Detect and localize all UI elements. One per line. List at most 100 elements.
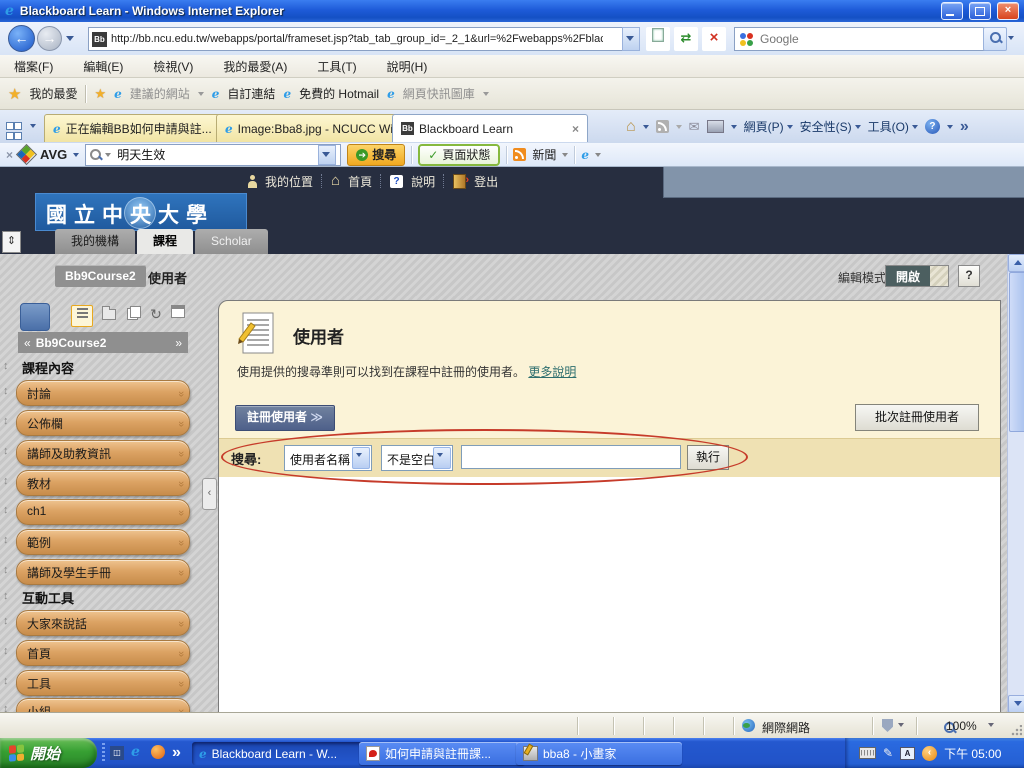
sidebar-item-lets-talk[interactable]: 大家來說話» xyxy=(16,610,190,636)
tab-scholar[interactable]: Scholar xyxy=(195,229,268,254)
close-button[interactable]: × xyxy=(997,2,1019,20)
avg-extra-icon[interactable]: e xyxy=(581,148,589,162)
avg-search-box[interactable] xyxy=(85,143,342,166)
folder-view-icon[interactable] xyxy=(99,305,119,325)
breadcrumb-course[interactable]: Bb9Course2 xyxy=(55,265,146,287)
task-paint[interactable]: bba8 - 小畫家 xyxy=(516,742,682,765)
overflow-chevron-icon[interactable]: » xyxy=(960,118,969,136)
quick-launch-ie-icon[interactable]: e xyxy=(131,745,140,759)
avg-close-icon[interactable]: × xyxy=(6,148,13,162)
compatibility-view-button[interactable] xyxy=(646,27,670,51)
task-pdf-document[interactable]: 如何申請與註冊課... xyxy=(359,742,525,765)
news-dropdown[interactable] xyxy=(562,152,569,157)
quick-launch-icon-1[interactable]: ◫ xyxy=(110,746,124,760)
drag-handle-icon[interactable]: ↕ xyxy=(3,504,9,516)
zoom-level[interactable]: 100% xyxy=(946,719,977,733)
edit-mode-help-button[interactable]: ? xyxy=(958,265,980,287)
print-icon[interactable] xyxy=(706,120,724,133)
home-icon[interactable]: ⌂ xyxy=(626,118,636,136)
search-go-button[interactable] xyxy=(983,27,1007,51)
drag-handle-icon[interactable]: ↕ xyxy=(3,360,9,372)
favorites-link-suggested[interactable]: 建議的網站 xyxy=(130,85,190,102)
start-button[interactable]: 開始 xyxy=(0,738,97,768)
enroll-user-button[interactable]: 註冊使用者 ≫ xyxy=(235,405,335,431)
sidebar-item-materials[interactable]: 教材» xyxy=(16,470,190,496)
menu-view[interactable]: 檢視(V) xyxy=(145,55,201,78)
recent-pages-dropdown[interactable] xyxy=(66,36,74,41)
sidebar-item-homepage[interactable]: 首頁» xyxy=(16,640,190,666)
avg-search-type-dropdown[interactable] xyxy=(105,152,112,157)
sidebar-item-discussion[interactable]: 討論» xyxy=(16,380,190,406)
read-mail-icon[interactable]: ✉ xyxy=(689,119,700,135)
menu-file[interactable]: 檔案(F) xyxy=(6,55,61,78)
avg-page-status-button[interactable]: ✓ 頁面狀態 xyxy=(418,143,501,166)
stop-button[interactable]: × xyxy=(702,27,726,51)
nav-my-places[interactable]: 我的位置 xyxy=(265,173,313,190)
minimize-button[interactable] xyxy=(941,2,963,20)
refresh-view-icon[interactable]: ↻ xyxy=(146,305,166,325)
drag-handle-icon[interactable]: ↕ xyxy=(3,615,9,627)
tab-wiki-image[interactable]: e Image:Bba8.jpg - NCUCC Wiki xyxy=(216,114,406,142)
resize-grip[interactable] xyxy=(1010,725,1022,737)
avg-extra-dropdown[interactable] xyxy=(594,152,601,157)
home-dropdown[interactable] xyxy=(642,124,649,129)
google-search-input[interactable] xyxy=(758,31,952,47)
menu-tools[interactable]: 工具(T) xyxy=(309,55,364,78)
drag-handle-icon[interactable]: ↕ xyxy=(3,385,9,397)
sidebar-item-groups[interactable]: 小組» xyxy=(16,698,190,712)
tab-editing-bb[interactable]: e 正在編輯BB如何申請與註... xyxy=(44,114,230,142)
add-menu-item-button[interactable] xyxy=(20,303,50,331)
drag-handle-icon[interactable]: ↕ xyxy=(3,445,9,457)
add-favorite-icon[interactable]: ★ xyxy=(94,86,106,102)
avg-search-button[interactable]: ➔ 搜尋 xyxy=(347,143,406,166)
sidebar-item-tools[interactable]: 工具» xyxy=(16,670,190,696)
quick-tabs-button[interactable] xyxy=(6,117,22,140)
menu-help[interactable]: 說明(H) xyxy=(379,55,436,78)
drag-handle-icon[interactable]: ↕ xyxy=(3,590,9,602)
avg-dropdown[interactable] xyxy=(73,152,80,157)
drag-handle-icon[interactable]: ↕ xyxy=(3,415,9,427)
quick-launch-grip[interactable] xyxy=(102,743,105,763)
sidebar-item-instructor-info[interactable]: 講師及助教資訊» xyxy=(16,440,190,466)
sidebar-item-examples[interactable]: 範例» xyxy=(16,529,190,555)
favorites-link-hotmail[interactable]: 免費的 Hotmail xyxy=(299,85,379,102)
page-scrollbar[interactable] xyxy=(1007,254,1024,713)
nav-home[interactable]: 首頁 xyxy=(348,173,372,190)
avg-search-input[interactable] xyxy=(115,146,290,163)
sidebar-item-announcements[interactable]: 公佈欄» xyxy=(16,410,190,436)
drag-handle-icon[interactable]: ↕ xyxy=(3,564,9,576)
more-help-link[interactable]: 更多說明 xyxy=(528,365,576,379)
scroll-down-button[interactable] xyxy=(1008,695,1024,713)
restore-button[interactable] xyxy=(969,2,991,20)
favorites-link-custom[interactable]: 自訂連結 xyxy=(227,85,275,102)
edit-mode-toggle[interactable]: 開啟 xyxy=(885,265,950,287)
quick-launch-icon-3[interactable] xyxy=(151,745,165,759)
ime-tray-icon[interactable]: A xyxy=(900,746,916,760)
tray-collapse-icon[interactable]: ‹ xyxy=(922,745,938,761)
layout-view-icon[interactable] xyxy=(168,305,188,325)
address-field[interactable]: Bb http://bb.ncu.edu.tw/webapps/portal/f… xyxy=(88,27,630,51)
google-search-box[interactable] xyxy=(734,27,992,51)
menu-favorites[interactable]: 我的最愛(A) xyxy=(215,55,295,78)
scrollbar-thumb[interactable] xyxy=(1009,272,1024,432)
drag-handle-icon[interactable]: ↕ xyxy=(3,645,9,657)
tab-my-institution[interactable]: 我的機構 xyxy=(55,229,136,254)
smartscreen-dropdown[interactable] xyxy=(898,723,904,727)
help-dropdown[interactable] xyxy=(946,124,953,129)
list-view-icon[interactable] xyxy=(71,305,93,327)
sidebar-collapse-button[interactable]: ‹ xyxy=(202,478,217,510)
sidebar-item-handbook[interactable]: 講師及學生手冊» xyxy=(16,559,190,585)
address-dropdown-button[interactable] xyxy=(622,27,640,51)
task-blackboard[interactable]: e Blackboard Learn - W... xyxy=(192,742,368,765)
drag-handle-icon[interactable]: ↕ xyxy=(3,703,9,712)
quick-launch-overflow-icon[interactable]: » xyxy=(172,744,181,762)
command-tools[interactable]: 工具(O) xyxy=(868,118,918,135)
help-icon[interactable]: ? xyxy=(924,119,940,134)
expand-icon[interactable]: » xyxy=(175,336,182,350)
frame-resize-handle[interactable]: ⇕ xyxy=(2,231,21,253)
suggested-dropdown-icon[interactable] xyxy=(197,91,204,96)
drag-handle-icon[interactable]: ↕ xyxy=(3,534,9,546)
batch-enroll-button[interactable]: 批次註冊使用者 xyxy=(855,404,979,431)
tab-courses[interactable]: 課程 xyxy=(137,229,194,254)
nav-help[interactable]: 說明 xyxy=(411,173,435,190)
